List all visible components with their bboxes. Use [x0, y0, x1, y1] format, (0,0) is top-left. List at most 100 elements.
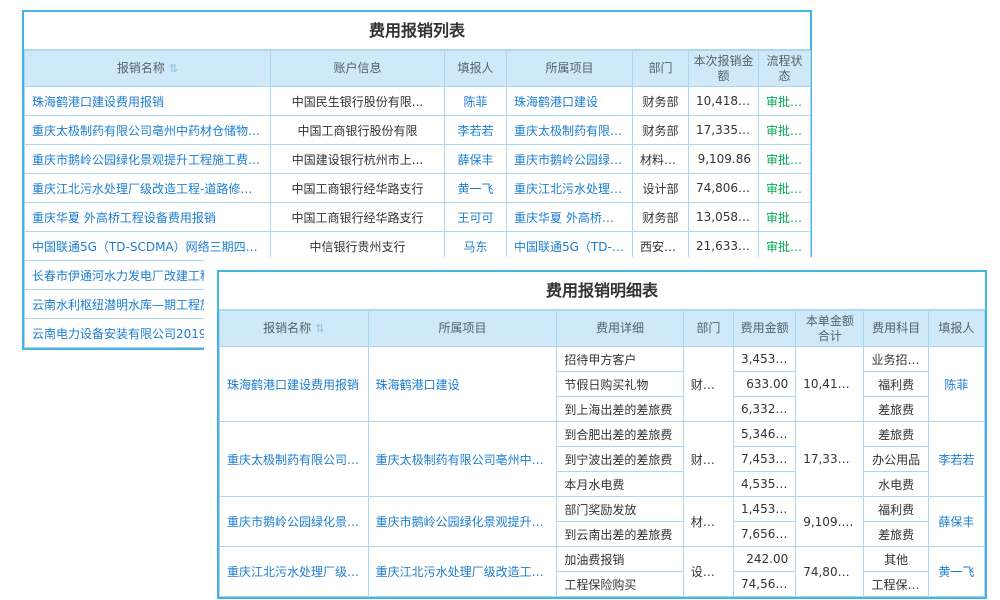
expense-detail-item: 工程保险购买 — [557, 572, 683, 597]
expense-amount: 6,332.00 — [733, 397, 795, 422]
filler-link[interactable]: 薛保丰 — [928, 497, 984, 547]
filler-link[interactable]: 李若若 — [928, 422, 984, 497]
department: 设计部 — [633, 174, 689, 203]
project-link[interactable]: 重庆江北污水处理厂级改造工... — [507, 174, 633, 203]
filler-link[interactable]: 陈菲 — [928, 347, 984, 422]
reimbursement-name-link[interactable]: 重庆太极制药有限公司亳州中药... — [220, 422, 369, 497]
project-link[interactable]: 重庆太极制药有限公司亳州中... — [507, 116, 633, 145]
expense-detail-item: 节假日购买礼物 — [557, 372, 683, 397]
expense-amount: 7,453.35 — [733, 447, 795, 472]
project-link[interactable]: 珠海鹤港口建设 — [368, 347, 557, 422]
account-info: 中国民生银行股份有限... — [271, 87, 445, 116]
list-row: 重庆江北污水处理厂级改造工程-道路修复工程费用...中国工商银行经华路支行黄一飞… — [25, 174, 811, 203]
expense-detail-item: 到上海出差的差旅费 — [557, 397, 683, 422]
list-header-row: 报销名称⇅账户信息填报人所属项目部门本次报销金额流程状态 — [25, 51, 811, 87]
department: 财务部 — [683, 422, 733, 497]
project-link[interactable]: 重庆华夏 外高桥工程设备 — [507, 203, 633, 232]
filler-link[interactable]: 李若若 — [445, 116, 507, 145]
expense-amount: 3,453.60 — [733, 347, 795, 372]
reimburse-amount: 74,806.00 — [689, 174, 759, 203]
list-header-6: 流程状态 — [759, 51, 811, 87]
account-info: 中国建设银行杭州市上... — [271, 145, 445, 174]
filler-link[interactable]: 王可可 — [445, 203, 507, 232]
list-header-label: 本次报销金额 — [693, 54, 753, 83]
reimbursement-name-link[interactable]: 重庆市鹅岭公园绿化景观提升工程... — [220, 497, 369, 547]
department: 材料采购 — [633, 145, 689, 174]
reimbursement-name-link[interactable]: 重庆太极制药有限公司亳州中药材仓储物流基地项... — [25, 116, 271, 145]
detail-row: 重庆江北污水处理厂级改造工程-...重庆江北污水处理厂级改造工程-道路修复工加油… — [220, 547, 985, 572]
detail-header-4: 费用金额 — [733, 311, 795, 347]
expense-amount: 5,346.35 — [733, 422, 795, 447]
flow-status-link[interactable]: 审批通过 — [759, 174, 811, 203]
list-header-2: 填报人 — [445, 51, 507, 87]
detail-header-5: 本单金额合计 — [796, 311, 864, 347]
detail-header-label: 部门 — [696, 321, 720, 335]
expense-detail-item: 本月水电费 — [557, 472, 683, 497]
filler-link[interactable]: 陈菲 — [445, 87, 507, 116]
detail-header-row: 报销名称 ⇅ 所属项目 费用详细部门 费用金额本单金额合计费用科目填报人 — [220, 311, 985, 347]
reimbursement-name-link[interactable]: 重庆江北污水处理厂级改造工程-道路修复工程费用... — [25, 174, 271, 203]
group-total-amount: 74,806.00 — [796, 547, 864, 597]
department: 财务部 — [683, 347, 733, 422]
flow-status-link[interactable]: 审批通过 — [759, 116, 811, 145]
project-link[interactable]: 珠海鹤港口建设 — [507, 87, 633, 116]
detail-header-label: 报销名称 — [263, 321, 311, 335]
sort-icon[interactable]: ⇅ — [315, 322, 324, 335]
expense-amount: 4,535.65 — [733, 472, 795, 497]
flow-status-link[interactable]: 审批通过 — [759, 145, 811, 174]
detail-header-label: 费用金额 — [741, 321, 789, 335]
detail-header-label: 所属项目 — [438, 321, 486, 335]
filler-link[interactable]: 黄一飞 — [928, 547, 984, 597]
list-header-label: 流程状态 — [766, 54, 802, 83]
list-row: 重庆华夏 外高桥工程设备费用报销中国工商银行经华路支行王可可重庆华夏 外高桥工程… — [25, 203, 811, 232]
project-link[interactable]: 重庆太极制药有限公司亳州中药材仓储物流... — [368, 422, 557, 497]
list-table-title: 费用报销列表 — [24, 12, 810, 50]
detail-header-0[interactable]: 报销名称 ⇅ — [220, 311, 369, 347]
list-header-label: 报销名称 — [117, 61, 165, 75]
expense-category: 业务招待费 — [864, 347, 928, 372]
reimbursement-name-link[interactable]: 珠海鹤港口建设费用报销 — [25, 87, 271, 116]
list-row: 重庆太极制药有限公司亳州中药材仓储物流基地项...中国工商银行股份有限李若若重庆… — [25, 116, 811, 145]
expense-amount: 1,453.00 — [733, 497, 795, 522]
project-link[interactable]: 重庆江北污水处理厂级改造工程-道路修复工 — [368, 547, 557, 597]
reimbursement-name-link[interactable]: 珠海鹤港口建设费用报销 — [220, 347, 369, 422]
reimbursement-name-link[interactable]: 重庆江北污水处理厂级改造工程-... — [220, 547, 369, 597]
group-total-amount: 9,109.86 — [796, 497, 864, 547]
detail-header-7: 填报人 — [928, 311, 984, 347]
expense-detail-item: 加油费报销 — [557, 547, 683, 572]
detail-header-2: 费用详细 — [557, 311, 683, 347]
expense-category: 差旅费 — [864, 522, 928, 547]
project-link[interactable]: 重庆市鹅岭公园绿化景观提升... — [507, 145, 633, 174]
expense-category: 水电费 — [864, 472, 928, 497]
project-link[interactable]: 重庆市鹅岭公园绿化景观提升工程施工 — [368, 497, 557, 547]
detail-header-label: 费用科目 — [872, 321, 920, 335]
expense-category: 其他 — [864, 547, 928, 572]
detail-header-6: 费用科目 — [864, 311, 928, 347]
expense-detail-table: 报销名称 ⇅ 所属项目 费用详细部门 费用金额本单金额合计费用科目填报人 珠海鹤港口建设… — [219, 310, 985, 597]
filler-link[interactable]: 薛保丰 — [445, 145, 507, 174]
flow-status-link[interactable]: 审批通过 — [759, 203, 811, 232]
filler-link[interactable]: 黄一飞 — [445, 174, 507, 203]
department: 财务部 — [633, 116, 689, 145]
flow-status-link[interactable]: 审批通过 — [759, 87, 811, 116]
detail-table-title: 费用报销明细表 — [219, 272, 985, 310]
reimbursement-name-link[interactable]: 重庆华夏 外高桥工程设备费用报销 — [25, 203, 271, 232]
expense-category: 福利费 — [864, 497, 928, 522]
expense-category: 工程保险费 — [864, 572, 928, 597]
detail-row: 珠海鹤港口建设费用报销珠海鹤港口建设招待甲方客户财务部3,453.6010,41… — [220, 347, 985, 372]
expense-category: 差旅费 — [864, 397, 928, 422]
department: 财务部 — [633, 203, 689, 232]
sort-icon[interactable]: ⇅ — [169, 62, 178, 75]
reimburse-amount: 17,335.35 — [689, 116, 759, 145]
reimbursement-name-link[interactable]: 重庆市鹅岭公园绿化景观提升工程施工费用报销 — [25, 145, 271, 174]
list-header-label: 填报人 — [457, 61, 493, 75]
list-header-0[interactable]: 报销名称 ⇅ — [25, 51, 271, 87]
list-header-1: 账户信息 — [271, 51, 445, 87]
reimburse-amount: 9,109.86 — [689, 145, 759, 174]
reimburse-amount: 13,058.45 — [689, 203, 759, 232]
list-header-label: 所属项目 — [545, 61, 593, 75]
account-info: 中国工商银行经华路支行 — [271, 203, 445, 232]
list-header-label: 账户信息 — [333, 61, 381, 75]
expense-category: 办公用品 — [864, 447, 928, 472]
department: 材料采购 — [683, 497, 733, 547]
